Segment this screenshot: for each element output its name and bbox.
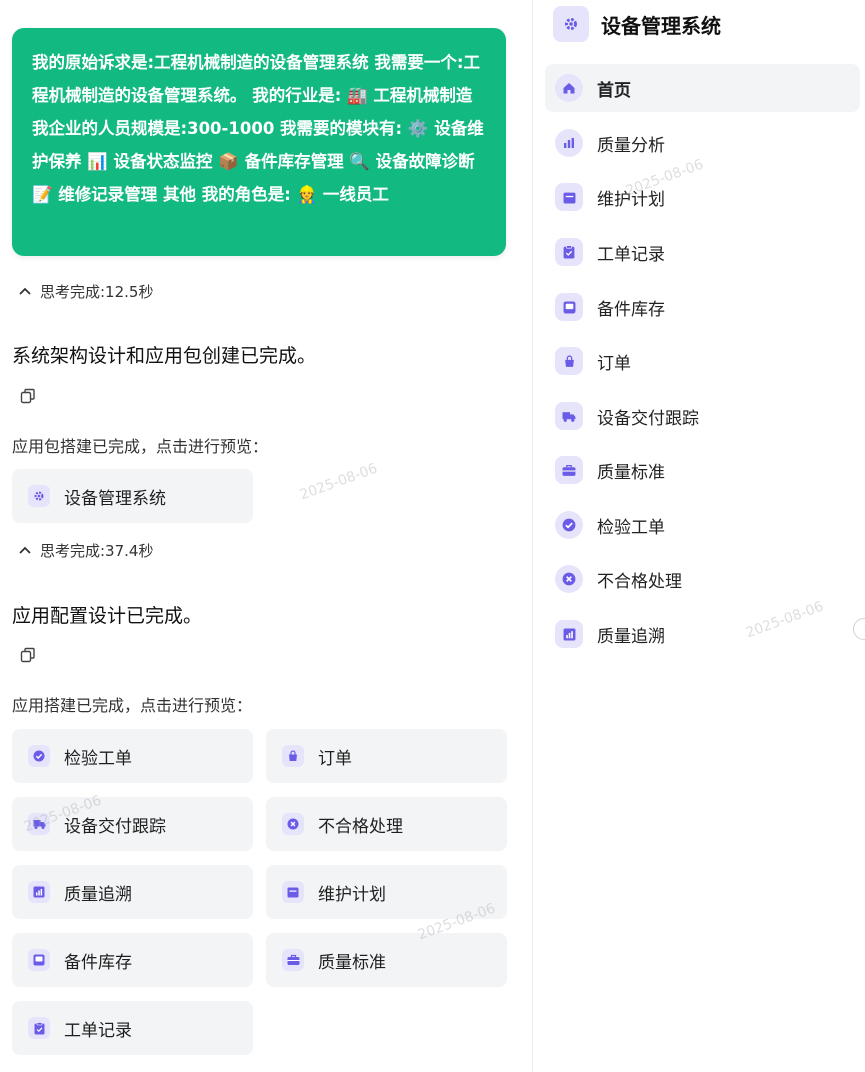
app-card-spare-parts[interactable]: 备件库存 xyxy=(12,933,253,987)
gear-icon xyxy=(28,485,50,507)
x-circle-icon xyxy=(555,565,583,593)
chevron-up-icon xyxy=(18,284,40,300)
sidebar-item-label: 首页 xyxy=(597,80,631,101)
clipboard-icon xyxy=(555,238,583,266)
chat-panel: 我的原始诉求是:工程机械制造的设备管理系统 我需要一个:工程机械制造的设备管理系… xyxy=(0,0,530,1072)
sidebar-item-label: 质量标准 xyxy=(597,462,665,483)
thinking-toggle-1[interactable]: 思考完成:12.5秒 xyxy=(18,281,153,302)
app-card-order[interactable]: 订单 xyxy=(266,729,507,783)
app-card-label: 订单 xyxy=(318,748,352,769)
sidebar-brand: 设备管理系统 xyxy=(553,6,721,42)
app-card-label: 工单记录 xyxy=(64,1020,132,1041)
sidebar-item-quality-analysis[interactable]: 质量分析 xyxy=(545,119,860,167)
sidebar-item-nonconformance[interactable]: 不合格处理 xyxy=(545,555,860,603)
check-circle-icon xyxy=(28,745,50,767)
sidebar-item-spare-parts[interactable]: 备件库存 xyxy=(545,283,860,331)
check-circle-icon xyxy=(555,511,583,539)
thinking-label: 思考完成:12.5秒 xyxy=(40,283,154,301)
calendar-icon xyxy=(282,881,304,903)
package-card-label: 设备管理系统 xyxy=(64,488,166,509)
truck-icon xyxy=(28,813,50,835)
bag-icon xyxy=(555,347,583,375)
sidebar-item-quality-standard[interactable]: 质量标准 xyxy=(545,446,860,494)
sidebar-item-label: 订单 xyxy=(597,353,631,374)
bar-chart-icon xyxy=(555,129,583,157)
calendar-icon xyxy=(555,183,583,211)
app-card-quality-trace[interactable]: 质量追溯 xyxy=(12,865,253,919)
app-card-delivery-tracking[interactable]: 设备交付跟踪 xyxy=(12,797,253,851)
sidebar-item-order[interactable]: 订单 xyxy=(545,337,860,385)
clipboard-icon xyxy=(28,1017,50,1039)
sidebar-item-label: 不合格处理 xyxy=(597,571,682,592)
sidebar-item-label: 工单记录 xyxy=(597,244,665,265)
app-card-work-order-records[interactable]: 工单记录 xyxy=(12,1001,253,1055)
app-card-label: 检验工单 xyxy=(64,748,132,769)
copy-icon[interactable] xyxy=(20,647,36,663)
sidebar-item-delivery-tracking[interactable]: 设备交付跟踪 xyxy=(545,392,860,440)
sidebar-item-inspection-order[interactable]: 检验工单 xyxy=(545,501,860,549)
user-message-bubble: 我的原始诉求是:工程机械制造的设备管理系统 我需要一个:工程机械制造的设备管理系… xyxy=(12,28,506,256)
app-card-label: 设备交付跟踪 xyxy=(64,816,166,837)
app-card-label: 质量标准 xyxy=(318,952,386,973)
sidebar-item-label: 设备交付跟踪 xyxy=(597,408,699,429)
sidebar-item-quality-trace[interactable]: 质量追溯 xyxy=(545,610,860,658)
app-card-inspection-order[interactable]: 检验工单 xyxy=(12,729,253,783)
app-card-label: 不合格处理 xyxy=(318,816,403,837)
response-subtext-1: 应用包搭建已完成，点击进行预览： xyxy=(12,437,269,456)
app-sidebar: 设备管理系统 首页 质量分析 维护计划 工单记录 备件库存 订单 设备交付跟踪 … xyxy=(532,0,865,1072)
sidebar-item-label: 检验工单 xyxy=(597,517,665,538)
sidebar-item-label: 质量分析 xyxy=(597,135,665,156)
response-subtext-2: 应用搭建已完成，点击进行预览： xyxy=(12,696,253,715)
app-card-label: 维护计划 xyxy=(318,884,386,905)
sidebar-item-label: 维护计划 xyxy=(597,189,665,210)
home-icon xyxy=(555,74,583,102)
chart-icon xyxy=(555,620,583,648)
app-card-label: 备件库存 xyxy=(64,952,132,973)
thinking-label: 思考完成:37.4秒 xyxy=(40,542,154,560)
bag-icon xyxy=(282,745,304,767)
app-card-nonconformance[interactable]: 不合格处理 xyxy=(266,797,507,851)
truck-icon xyxy=(555,402,583,430)
chevron-up-icon xyxy=(18,543,40,559)
response-heading-1: 系统架构设计和应用包创建已完成。 xyxy=(12,345,317,367)
sidebar-title: 设备管理系统 xyxy=(601,13,721,38)
sidebar-item-home[interactable]: 首页 xyxy=(545,64,860,112)
chart-icon xyxy=(28,881,50,903)
copy-icon[interactable] xyxy=(20,388,36,404)
inbox-icon xyxy=(555,293,583,321)
x-circle-icon xyxy=(282,813,304,835)
app-card-quality-standard[interactable]: 质量标准 xyxy=(266,933,507,987)
sidebar-item-maintenance-plan[interactable]: 维护计划 xyxy=(545,173,860,221)
sidebar-item-work-order-records[interactable]: 工单记录 xyxy=(545,228,860,276)
briefcase-icon xyxy=(555,456,583,484)
response-heading-2: 应用配置设计已完成。 xyxy=(12,605,203,627)
sidebar-item-label: 质量追溯 xyxy=(597,626,665,647)
package-card[interactable]: 设备管理系统 xyxy=(12,469,253,523)
app-card-label: 质量追溯 xyxy=(64,884,132,905)
app-card-maintenance-plan[interactable]: 维护计划 xyxy=(266,865,507,919)
inbox-icon xyxy=(28,949,50,971)
gear-icon xyxy=(553,6,589,42)
thinking-toggle-2[interactable]: 思考完成:37.4秒 xyxy=(18,540,153,561)
briefcase-icon xyxy=(282,949,304,971)
sidebar-item-label: 备件库存 xyxy=(597,299,665,320)
